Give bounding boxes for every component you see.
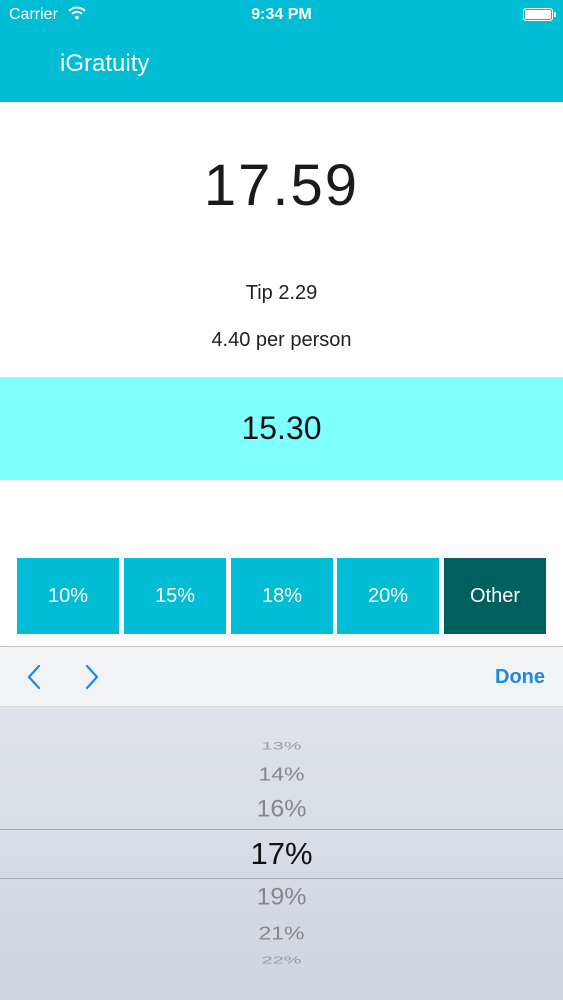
picker-row[interactable]: 21% — [0, 923, 563, 945]
per-person-amount: 4.40 per person — [211, 329, 352, 351]
bill-input[interactable]: 15.30 — [0, 377, 563, 480]
picker-row[interactable]: 22% — [0, 955, 563, 967]
chevron-left-icon[interactable] — [22, 662, 48, 692]
bill-amount: 15.30 — [241, 410, 322, 446]
picker-row[interactable]: 14% — [0, 763, 563, 785]
percent-10-button[interactable]: 10% — [17, 558, 119, 634]
picker-row-selected[interactable]: 17% — [0, 836, 563, 872]
picker-row[interactable]: 16% — [0, 796, 563, 824]
percent-15-button[interactable]: 15% — [124, 558, 226, 634]
chevron-right-icon[interactable] — [78, 662, 104, 692]
percent-18-button[interactable]: 18% — [231, 558, 333, 634]
status-bar: Carrier 9:34 PM — [0, 0, 563, 30]
total-amount: 17.59 — [203, 153, 360, 218]
status-time: 9:34 PM — [251, 6, 312, 23]
keyboard-toolbar: Done — [0, 646, 563, 707]
percent-button-row: 10% 15% 18% 20% Other — [17, 558, 546, 634]
percent-other-button[interactable]: Other — [444, 558, 546, 634]
picker-row[interactable]: 13% — [0, 740, 563, 753]
nav-bar: iGratuity — [0, 30, 563, 102]
percent-20-button[interactable]: 20% — [337, 558, 439, 634]
picker-row[interactable]: 19% — [0, 884, 563, 912]
app-title: iGratuity — [60, 50, 150, 77]
percent-picker[interactable]: 13% 14% 16% 17% 19% 21% 22% — [0, 707, 563, 1000]
done-button[interactable]: Done — [495, 666, 545, 689]
battery-icon — [523, 8, 556, 21]
tip-amount: Tip 2.29 — [245, 282, 318, 304]
